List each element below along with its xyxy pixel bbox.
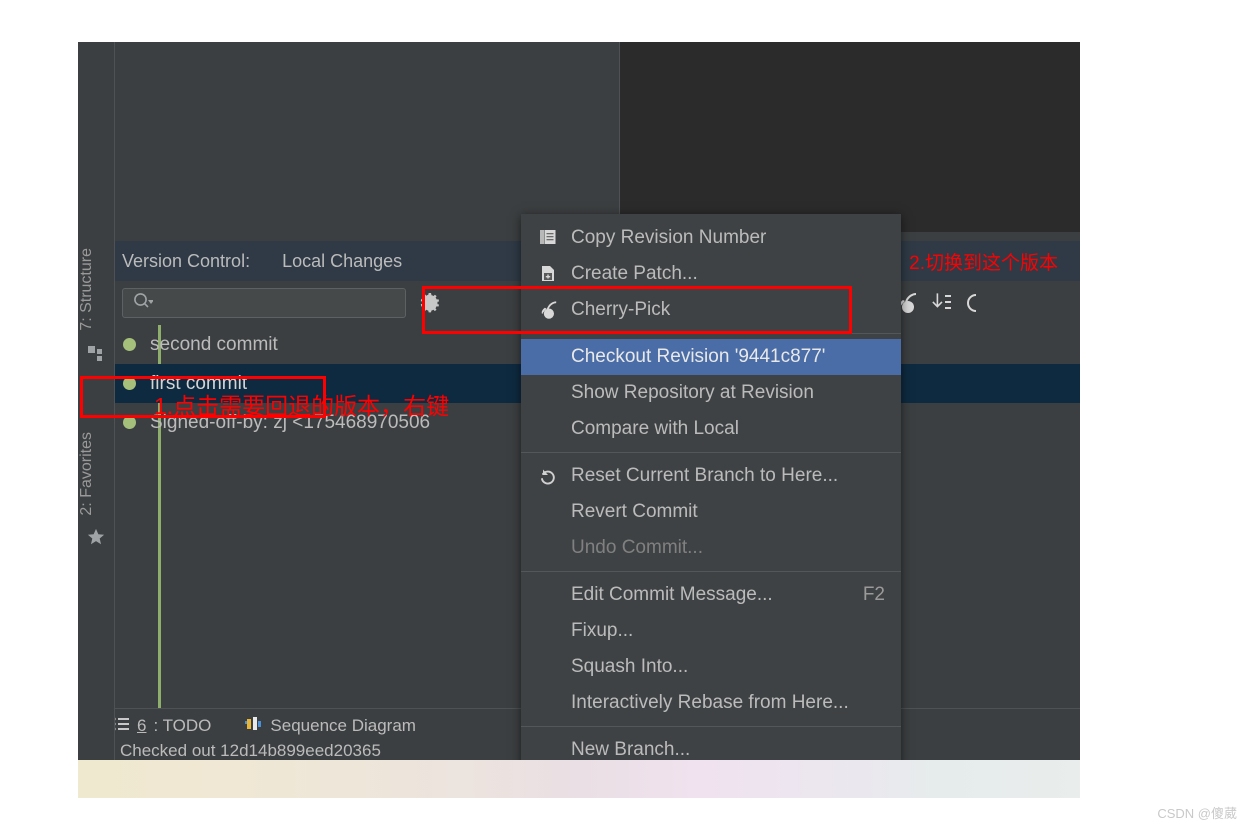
editor-split-divider — [619, 42, 620, 232]
commit-node-icon — [123, 416, 136, 429]
menu-item-label: Revert Commit — [571, 501, 698, 522]
menu-item-checkout-revision[interactable]: Checkout Revision '9441c877' — [521, 339, 901, 375]
menu-item-copy-revision-number[interactable]: Copy Revision Number — [521, 220, 901, 256]
search-input[interactable] — [122, 288, 406, 318]
menu-item-label: Checkout Revision '9441c877' — [571, 346, 826, 367]
menu-separator — [521, 452, 901, 453]
editor-dark-pane — [620, 42, 1080, 232]
sidebar-item-structure[interactable]: 7: Structure — [78, 248, 114, 331]
menu-item-interactively-rebase[interactable]: Interactively Rebase from Here... — [521, 685, 901, 721]
menu-item-label: New Branch... — [571, 739, 691, 760]
sequence-diagram-icon — [245, 716, 263, 737]
menu-item-label: Create Patch... — [571, 263, 698, 284]
star-icon — [87, 528, 105, 546]
menu-item-compare-with-local[interactable]: Compare with Local — [521, 411, 901, 447]
menu-separator — [521, 571, 901, 572]
menu-item-edit-commit-message[interactable]: Edit Commit Message... F2 — [521, 577, 901, 613]
copy-icon — [533, 229, 563, 247]
menu-item-label: Show Repository at Revision — [571, 382, 814, 403]
reset-icon — [533, 466, 563, 486]
menu-item-label: Edit Commit Message... — [571, 584, 773, 605]
menu-separator — [521, 726, 901, 727]
tool-button-sequence-diagram[interactable]: Sequence Diagram — [245, 716, 416, 737]
menu-item-label: Cherry-Pick — [571, 299, 671, 320]
commit-message: second commit — [150, 333, 278, 355]
structure-icon — [87, 345, 105, 363]
sequence-diagram-label: Sequence Diagram — [270, 716, 416, 735]
search-icon — [133, 292, 154, 315]
menu-item-label: Squash Into... — [571, 656, 689, 677]
watermark: CSDN @傻葳 — [1157, 806, 1237, 821]
status-message: Checked out 12d14b899eed20365 — [120, 741, 381, 760]
sidebar-item-favorites[interactable]: 2: Favorites — [78, 432, 114, 516]
menu-item-squash-into[interactable]: Squash Into... — [521, 649, 901, 685]
commit-node-icon — [123, 377, 136, 390]
tool-button-todo[interactable]: 6 : TODO — [112, 716, 211, 737]
cherry-pick-icon — [533, 300, 563, 320]
commit-context-menu[interactable]: Copy Revision Number Create Patch... Che… — [521, 214, 901, 760]
gear-icon — [420, 293, 440, 313]
annotation-switch-version: 2.切换到这个版本 — [909, 252, 1058, 274]
menu-item-shortcut: F2 — [862, 584, 885, 605]
ide-window: Version Control: Local Changes 2.切换到这个版本 — [78, 42, 1080, 760]
sort-descending-button[interactable] — [927, 289, 955, 317]
commit-node-icon — [123, 338, 136, 351]
menu-item-label: Copy Revision Number — [571, 227, 767, 248]
filter-icon — [967, 294, 977, 312]
menu-item-cherry-pick[interactable]: Cherry-Pick — [521, 292, 901, 328]
todo-index: 6 — [137, 716, 147, 735]
menu-item-revert-commit[interactable]: Revert Commit — [521, 494, 901, 530]
todo-label: : TODO — [153, 716, 212, 735]
settings-gear-button[interactable] — [418, 290, 444, 316]
page-background-band — [78, 760, 1080, 798]
filter-button[interactable] — [961, 289, 989, 317]
menu-item-label: Undo Commit... — [571, 537, 703, 558]
menu-item-reset-current-branch[interactable]: Reset Current Branch to Here... — [521, 458, 901, 494]
menu-item-fixup[interactable]: Fixup... — [521, 613, 901, 649]
annotation-click-version: 1.点击需要回退的版本，右键 — [154, 393, 450, 419]
menu-separator — [521, 333, 901, 334]
menu-item-label: Interactively Rebase from Here... — [571, 692, 849, 713]
menu-item-new-branch[interactable]: New Branch... — [521, 732, 901, 760]
menu-item-undo-commit: Undo Commit... — [521, 530, 901, 566]
editor-region — [78, 42, 1080, 425]
left-tool-strip: 7: Structure 2: Favorites — [78, 42, 115, 760]
version-control-title: Version Control: — [122, 250, 251, 271]
menu-item-label: Fixup... — [571, 620, 634, 641]
sort-descending-icon — [932, 293, 952, 309]
menu-item-show-repository-at-revision[interactable]: Show Repository at Revision — [521, 375, 901, 411]
tab-local-changes[interactable]: Local Changes — [282, 251, 402, 272]
menu-item-create-patch[interactable]: Create Patch... — [521, 256, 901, 292]
menu-item-label: Compare with Local — [571, 418, 739, 439]
menu-item-label: Reset Current Branch to Here... — [571, 465, 839, 486]
patch-icon — [533, 265, 563, 283]
